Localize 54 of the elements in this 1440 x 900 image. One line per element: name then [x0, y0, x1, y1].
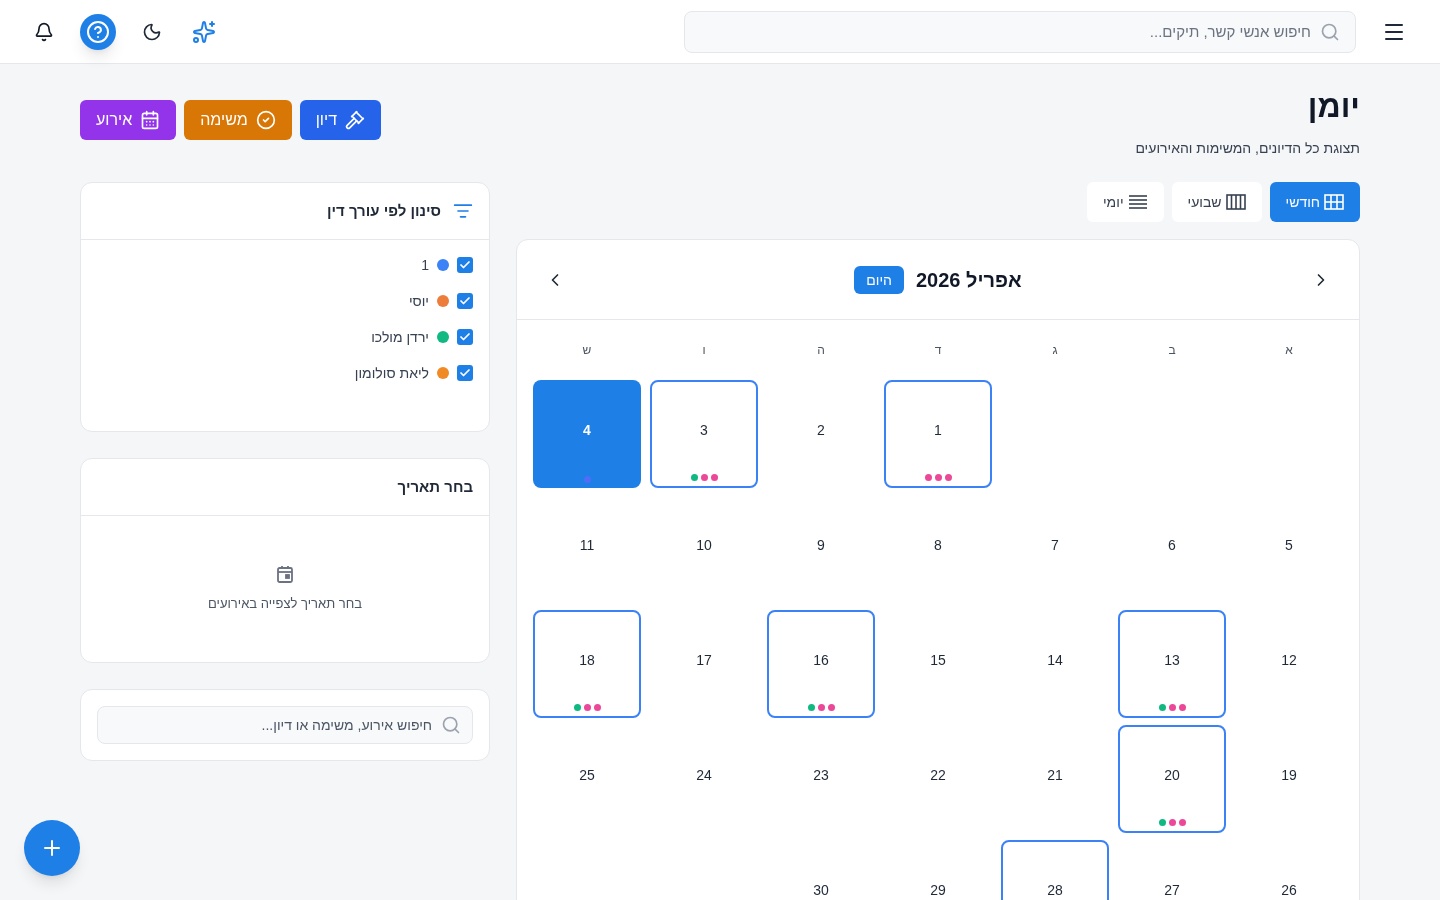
- checkbox[interactable]: [457, 365, 473, 381]
- weekday-label: ו: [701, 342, 707, 358]
- checkbox[interactable]: [457, 257, 473, 273]
- filter-icon: [453, 201, 473, 221]
- weekday-label: ש: [581, 342, 593, 358]
- view-tab[interactable]: חודשי: [1269, 182, 1360, 222]
- create-button[interactable]: דיון: [299, 100, 382, 140]
- gavel-icon: [345, 110, 366, 130]
- check-icon: [459, 295, 471, 307]
- check-icon: [459, 367, 471, 379]
- create-button[interactable]: אירוע: [80, 100, 177, 140]
- day-cell[interactable]: 16: [767, 610, 875, 718]
- page-title: יומן: [1306, 87, 1360, 126]
- view-tab[interactable]: שבועי: [1171, 182, 1262, 222]
- page-subtitle: תצוגת כל הדיונים, המשימות והאירועים: [1135, 139, 1360, 158]
- search-field[interactable]: חיפוש אנשי קשר, תיקים...: [684, 10, 1356, 53]
- date-card-title: בחר תאריך: [397, 476, 473, 497]
- month-title: אפריל 2026: [915, 267, 1022, 293]
- event-search-field[interactable]: חיפוש אירוע, משימה או דיון...: [97, 706, 473, 744]
- search-icon: [441, 715, 461, 735]
- check-icon: [459, 259, 471, 271]
- add-button[interactable]: [24, 820, 80, 876]
- grid-icon: [1324, 194, 1344, 210]
- day-cell[interactable]: 28: [1001, 840, 1109, 900]
- help-button[interactable]: [80, 13, 116, 50]
- date-hint: בחר תאריך לצפייה באירועים: [208, 595, 363, 613]
- search-icon: [1320, 21, 1340, 42]
- weekday-label: א: [1284, 342, 1294, 358]
- check-circle-icon: [255, 110, 276, 130]
- weekday-label: ב: [1167, 342, 1177, 358]
- help-icon: [86, 19, 110, 44]
- today-button[interactable]: היום: [854, 265, 904, 294]
- weekday-label: ד: [933, 342, 943, 358]
- checkbox[interactable]: [457, 293, 473, 309]
- day-cell[interactable]: 20: [1118, 725, 1226, 833]
- day-cell[interactable]: 13: [1118, 610, 1226, 718]
- lines-icon: [1127, 194, 1148, 210]
- day-cell[interactable]: 18: [533, 610, 641, 718]
- day-cell[interactable]: 3: [650, 380, 758, 488]
- calendar-icon: [140, 110, 161, 130]
- lawyer-name: ליאת סולומון: [354, 364, 429, 383]
- columns-icon: [1225, 194, 1246, 210]
- lawyer-name: 1: [421, 256, 429, 275]
- calendar-icon: [275, 564, 295, 584]
- filter-title: סינון לפי עורך דין: [326, 200, 441, 221]
- weekday-label: ג: [1051, 342, 1059, 358]
- lawyer-name: יוסי: [408, 292, 429, 311]
- day-cell[interactable]: 4: [533, 380, 641, 488]
- check-icon: [459, 331, 471, 343]
- day-cell[interactable]: 1: [884, 380, 992, 488]
- checkbox[interactable]: [457, 329, 473, 345]
- weekday-label: ה: [816, 342, 826, 358]
- view-tab[interactable]: יומי: [1087, 182, 1164, 222]
- lawyer-name: ירדן מולכו: [371, 328, 429, 347]
